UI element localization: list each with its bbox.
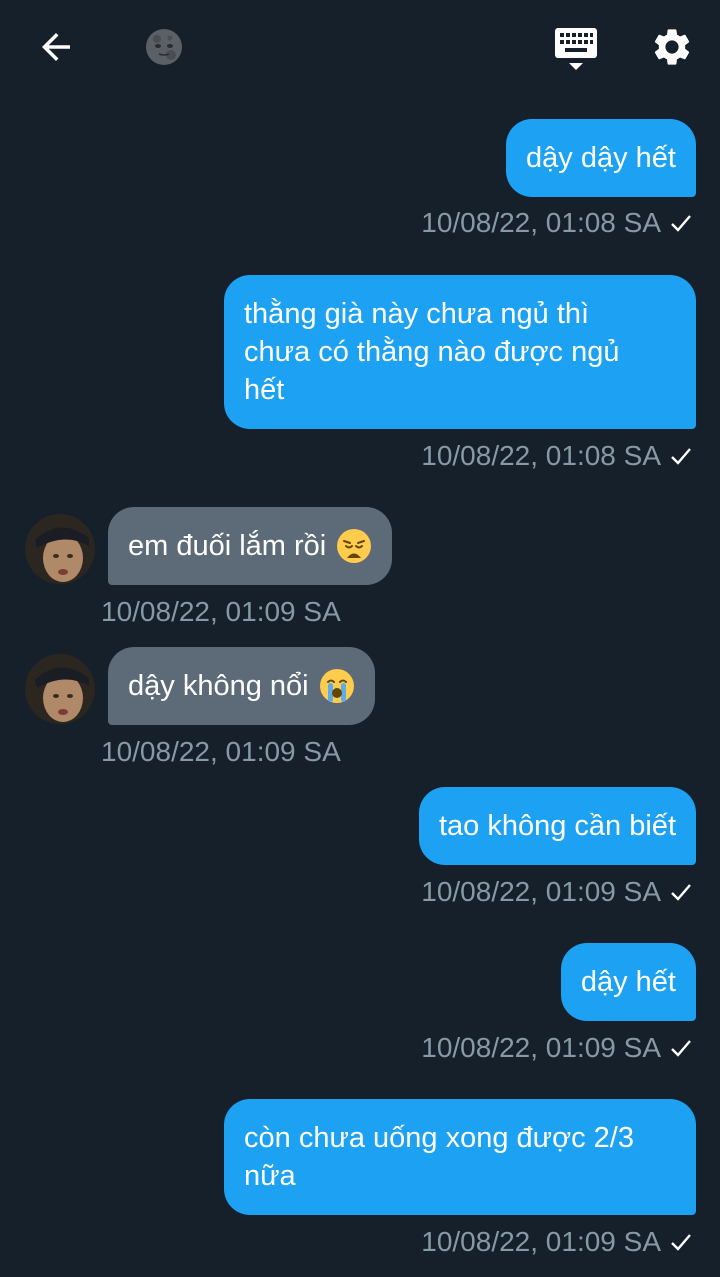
message-timestamp: 10/08/22, 01:08 SA <box>421 207 661 238</box>
message-bubble[interactable]: tao không cần biết <box>418 787 696 865</box>
message-text: thằng già này chưa ngủ thì chưa có thằng… <box>244 298 620 406</box>
message-text: dậy dậy hết <box>526 142 676 174</box>
avatar-photo <box>25 514 95 584</box>
message-text: còn chưa uống xong được 2/3 nữa <box>244 1122 634 1192</box>
message-bubble[interactable]: dậy hết <box>560 943 696 1021</box>
loudly-crying-face-emoji <box>319 669 354 703</box>
message-timestamp: 10/08/22, 01:09 SA <box>421 1226 661 1257</box>
message-timestamp: 10/08/22, 01:09 SA <box>421 876 661 907</box>
message-text: dậy hết <box>580 966 676 998</box>
message-meta: 10/08/22, 01:09 SA <box>101 735 341 769</box>
message-timestamp: 10/08/22, 01:09 SA <box>101 596 341 627</box>
contact-avatar[interactable] <box>25 654 95 724</box>
message-bubble[interactable]: dậy dậy hết <box>506 119 696 197</box>
message-meta: 10/08/22, 01:09 SA <box>421 875 693 909</box>
message-bubble[interactable]: còn chưa uống xong được 2/3 nữa <box>224 1099 696 1215</box>
message-meta: 10/08/22, 01:09 SA <box>421 1225 693 1259</box>
weary-face-emoji <box>337 529 372 563</box>
message-meta: 10/08/22, 01:09 SA <box>421 1031 693 1065</box>
message-text: tao không cần biết <box>438 810 676 842</box>
message-timestamp: 10/08/22, 01:08 SA <box>421 440 661 471</box>
message-meta: 10/08/22, 01:08 SA <box>421 206 693 240</box>
message-bubble[interactable]: thằng già này chưa ngủ thì chưa có thằng… <box>224 275 696 429</box>
message-text: em đuối lắm rồi <box>128 530 327 562</box>
message-bubble[interactable]: dậy không nổi <box>108 647 375 725</box>
message-bubble[interactable]: em đuối lắm rồi <box>108 507 393 585</box>
message-text: dậy không nổi <box>128 670 309 702</box>
message-meta: 10/08/22, 01:09 SA <box>101 595 341 629</box>
checkmark-icon <box>671 1040 691 1057</box>
message-timestamp: 10/08/22, 01:09 SA <box>421 1032 661 1063</box>
checkmark-icon <box>671 215 691 232</box>
checkmark-icon <box>671 448 691 465</box>
message-timestamp: 10/08/22, 01:09 SA <box>101 736 341 767</box>
message-thread: dậy dậy hết 10/08/22, 01:08 SA thằng già… <box>0 0 720 1277</box>
avatar-photo <box>25 654 95 724</box>
checkmark-icon <box>671 1234 691 1251</box>
checkmark-icon <box>671 884 691 901</box>
contact-avatar[interactable] <box>25 514 95 584</box>
message-meta: 10/08/22, 01:08 SA <box>421 439 693 473</box>
